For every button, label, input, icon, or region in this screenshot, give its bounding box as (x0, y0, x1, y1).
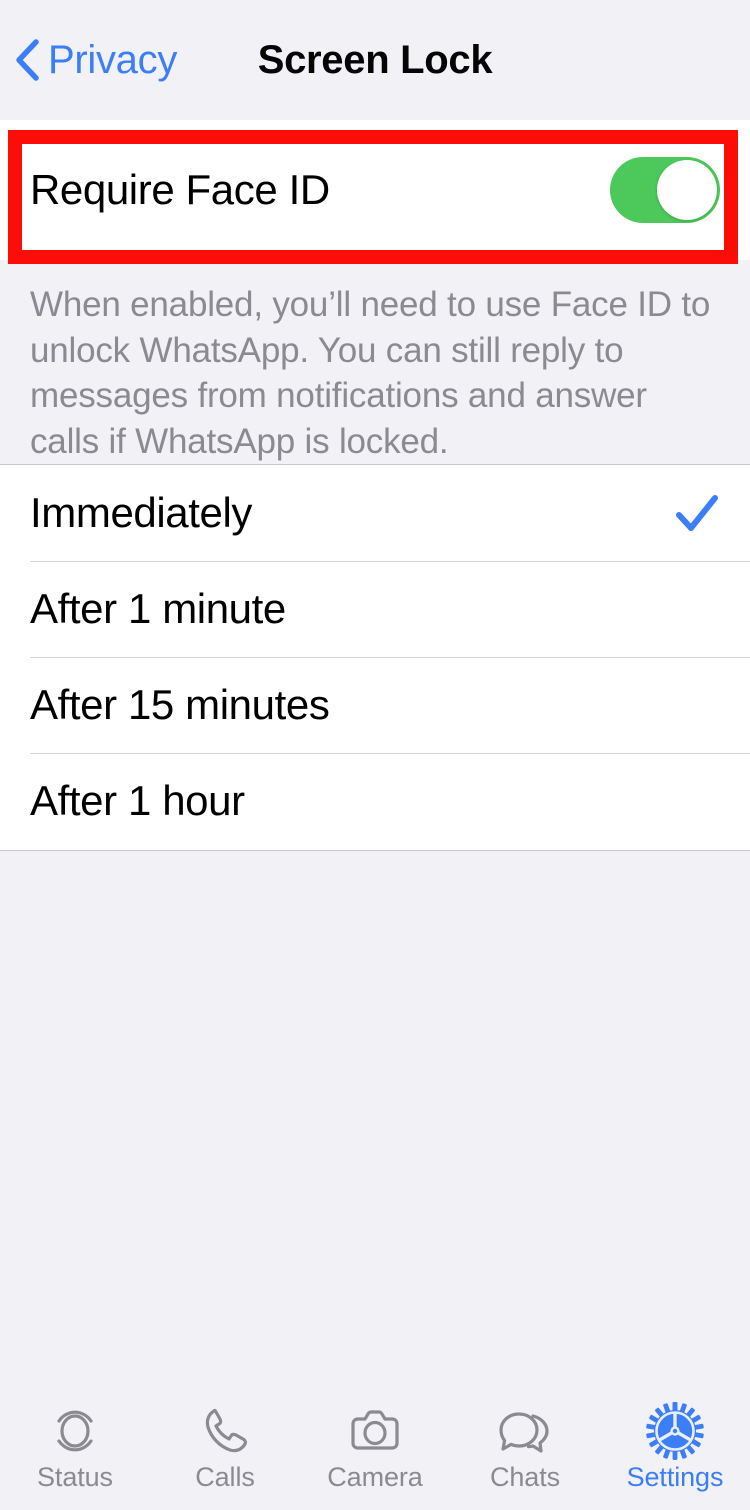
camera-icon (347, 1402, 403, 1460)
tab-settings[interactable]: Settings (600, 1402, 750, 1491)
tab-label: Status (37, 1462, 113, 1492)
face-id-description: When enabled, you’ll need to use Face ID… (30, 285, 711, 461)
screen-lock-settings-screen: Privacy Screen Lock Require Face ID When… (0, 0, 750, 1510)
option-label: After 1 minute (30, 585, 286, 632)
chevron-left-icon (14, 38, 40, 82)
require-face-id-row[interactable]: Require Face ID (0, 120, 750, 260)
checkmark-icon (674, 490, 720, 536)
require-face-id-section: Require Face ID (0, 120, 750, 264)
require-face-id-label: Require Face ID (30, 166, 330, 213)
option-row-after-1-hour[interactable]: After 1 hour (0, 753, 750, 849)
lock-timing-options-list: Immediately After 1 minute After 15 minu… (0, 464, 750, 851)
tab-chats[interactable]: Chats (450, 1402, 600, 1491)
back-to-privacy-button[interactable]: Privacy (14, 25, 177, 95)
option-row-after-15-minutes[interactable]: After 15 minutes (0, 657, 750, 753)
tab-label: Calls (195, 1462, 255, 1492)
require-face-id-toggle[interactable] (610, 157, 720, 223)
gear-icon (646, 1402, 704, 1460)
option-label: After 1 hour (30, 777, 245, 824)
speech-bubbles-icon (495, 1402, 555, 1460)
option-label: After 15 minutes (30, 681, 330, 728)
toggle-knob (657, 160, 717, 220)
option-row-after-1-minute[interactable]: After 1 minute (0, 561, 750, 657)
tab-calls[interactable]: Calls (150, 1402, 300, 1491)
tab-label: Chats (489, 1462, 561, 1492)
phone-handset-icon (197, 1402, 253, 1460)
tab-bar: Status Calls Camera Chats Settings (0, 1388, 750, 1510)
back-button-label: Privacy (48, 38, 178, 82)
tab-label: Settings (626, 1462, 724, 1492)
navigation-bar: Privacy Screen Lock (0, 0, 750, 120)
status-rings-icon (47, 1402, 103, 1460)
option-label: Immediately (30, 489, 253, 536)
tab-camera[interactable]: Camera (300, 1402, 450, 1491)
tab-status[interactable]: Status (0, 1402, 150, 1491)
tab-label: Camera (327, 1462, 423, 1492)
option-row-immediately[interactable]: Immediately (0, 465, 750, 561)
